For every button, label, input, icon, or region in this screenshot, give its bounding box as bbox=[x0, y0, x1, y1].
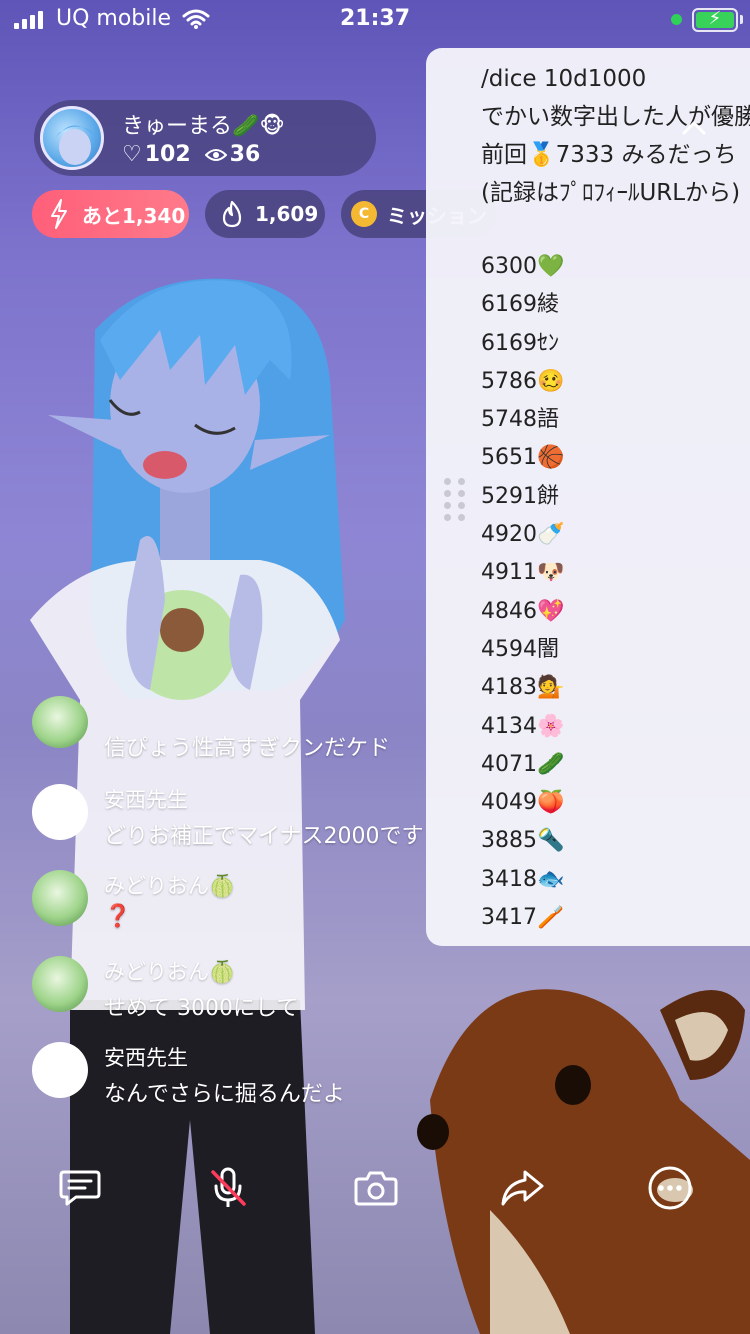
score-row: 4183💁 bbox=[481, 675, 565, 701]
host-name: きゅーまる🥒🐵 bbox=[122, 114, 285, 139]
comment-button[interactable] bbox=[52, 1160, 108, 1216]
chat-message-text: ❓ bbox=[104, 904, 132, 929]
score-row: 4594闇 bbox=[481, 636, 559, 662]
score-row: 3418🐟 bbox=[481, 866, 565, 892]
share-button[interactable] bbox=[494, 1160, 550, 1216]
score-row: 4134🌸 bbox=[481, 713, 565, 739]
commenter-avatar[interactable] bbox=[32, 696, 88, 748]
chat-username: みどりおん🍈 bbox=[104, 874, 236, 898]
host-profile-card[interactable]: きゅーまる🥒🐵 ♡ 102 36 bbox=[34, 100, 376, 176]
more-icon bbox=[648, 1166, 692, 1210]
status-time: 21:37 bbox=[339, 6, 411, 31]
panel-header: /dice 10d1000 でかい数字出した人が優勝 前回🥇7333 みるだっち… bbox=[481, 60, 750, 212]
score-row: 5786🥴 bbox=[481, 368, 565, 394]
panel-line: でかい数字出した人が優勝 bbox=[481, 104, 750, 130]
fire-points-value: 1,609 bbox=[255, 202, 319, 226]
chat-username: 安西先生 bbox=[104, 1046, 188, 1070]
commenter-avatar[interactable] bbox=[32, 870, 88, 926]
gift-goal-chip[interactable]: あと1,340 bbox=[32, 190, 189, 238]
comment-icon bbox=[59, 1170, 101, 1206]
panel-line: /dice 10d1000 bbox=[481, 66, 647, 92]
score-row: 3885🔦 bbox=[481, 828, 565, 854]
score-list: 6300💚 6169綾 6169ｾﾝ 5786🥴 5748語 5651🏀 529… bbox=[481, 248, 564, 937]
host-stats: ♡ 102 36 bbox=[122, 142, 260, 167]
chat-message-text: 信ぴょう性高すぎクンだケド bbox=[104, 736, 391, 761]
commenter-avatar[interactable] bbox=[32, 1042, 88, 1098]
eye-icon bbox=[204, 148, 227, 161]
status-bar: UQ mobile 21:37 ⚡ bbox=[0, 0, 750, 40]
battery-tip bbox=[740, 15, 743, 24]
commenter-avatar[interactable] bbox=[32, 956, 88, 1012]
host-avatar[interactable] bbox=[40, 106, 104, 170]
viewers-stat: 36 bbox=[204, 142, 261, 167]
lightning-icon bbox=[42, 197, 76, 231]
score-row: 4911🐶 bbox=[481, 560, 565, 586]
camera-button[interactable] bbox=[348, 1160, 404, 1216]
score-row: 6169ｾﾝ bbox=[481, 330, 559, 356]
score-row: 4071🥒 bbox=[481, 751, 565, 777]
battery-icon: ⚡ bbox=[692, 8, 738, 32]
bottom-toolbar bbox=[0, 1160, 750, 1216]
commenter-avatar[interactable] bbox=[32, 784, 88, 840]
panel-line: 前回🥇7333 みるだっち bbox=[481, 142, 737, 168]
flame-icon bbox=[215, 197, 249, 231]
fire-points-chip[interactable]: 1,609 bbox=[205, 190, 325, 238]
share-icon bbox=[501, 1170, 544, 1206]
chevron-up-icon[interactable] bbox=[680, 114, 708, 142]
score-row: 3417🪥 bbox=[481, 905, 565, 931]
mic-muted-icon bbox=[211, 1167, 246, 1207]
more-button[interactable] bbox=[642, 1160, 698, 1216]
mic-in-use-indicator bbox=[671, 14, 682, 25]
likes-stat: ♡ 102 bbox=[122, 142, 191, 167]
score-row: 5291餅 bbox=[481, 483, 559, 509]
viewers-count: 36 bbox=[229, 142, 261, 167]
dice-ranking-panel[interactable]: /dice 10d1000 でかい数字出した人が優勝 前回🥇7333 みるだっち… bbox=[426, 48, 750, 946]
score-row: 6169綾 bbox=[481, 292, 559, 318]
score-row: 4920🍼 bbox=[481, 522, 565, 548]
panel-line: (記録はﾌﾟﾛﾌｨｰﾙURLから) bbox=[481, 180, 741, 206]
gift-goal-label: あと1,340 bbox=[82, 203, 186, 228]
chat-username: 安西先生 bbox=[104, 788, 188, 812]
drag-handle-icon[interactable] bbox=[444, 478, 466, 521]
score-row: 5748語 bbox=[481, 407, 559, 433]
heart-icon: ♡ bbox=[122, 142, 142, 167]
likes-count: 102 bbox=[144, 142, 191, 167]
score-row: 4846💖 bbox=[481, 598, 565, 624]
chat-username: みどりおん🍈 bbox=[104, 960, 236, 984]
score-row: 5651🏀 bbox=[481, 445, 565, 471]
camera-icon bbox=[354, 1171, 398, 1206]
mic-toggle-button[interactable] bbox=[200, 1160, 256, 1216]
coin-icon: C bbox=[351, 201, 377, 227]
chat-message-text: どりお補正でマイナス2000です bbox=[104, 824, 424, 849]
chat-message-text: なんでさらに掘るんだよ bbox=[104, 1082, 345, 1107]
score-row: 6300💚 bbox=[481, 254, 565, 279]
score-row: 4049🍑 bbox=[481, 790, 565, 816]
chat-message-text: せめて 3000にして bbox=[104, 996, 299, 1021]
